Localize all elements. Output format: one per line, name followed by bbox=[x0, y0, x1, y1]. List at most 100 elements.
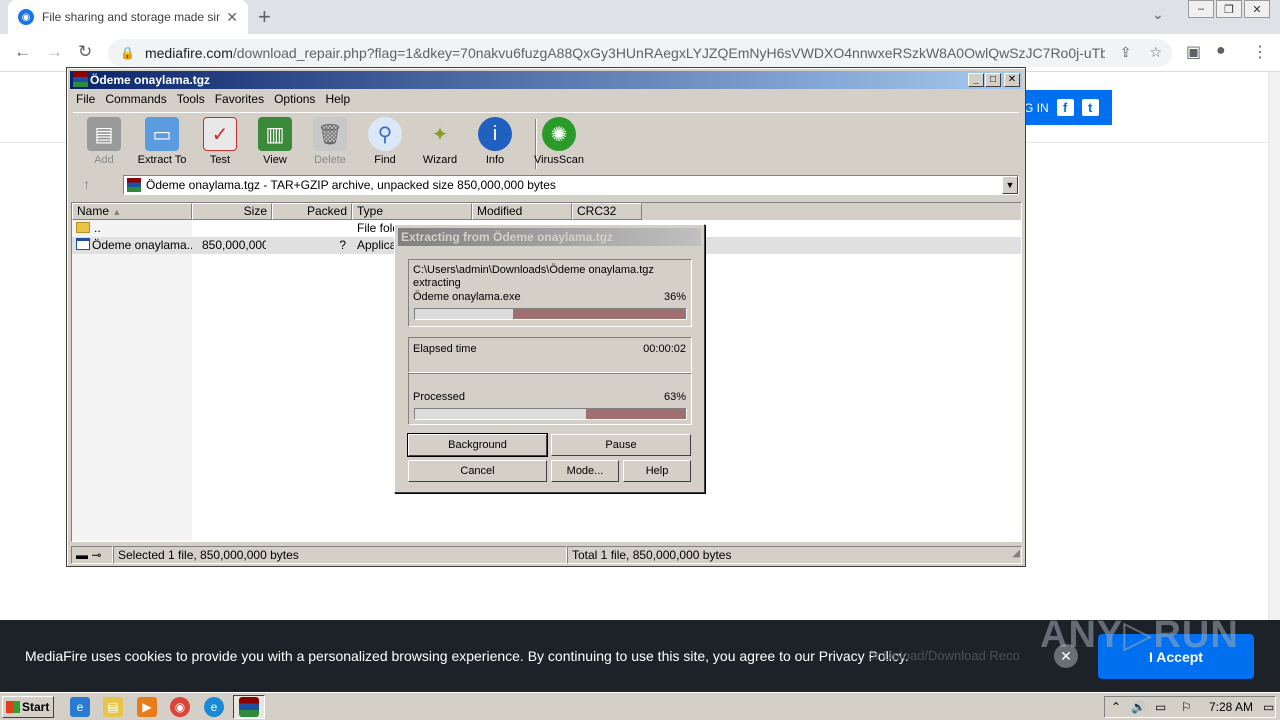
menu-help[interactable]: Help bbox=[320, 90, 355, 108]
resize-grip-icon[interactable]: ◢ bbox=[1012, 548, 1020, 559]
delete-button[interactable]: 🗑 Delete bbox=[301, 117, 359, 166]
view-button[interactable]: ▥ View bbox=[246, 117, 304, 166]
info-button[interactable]: i Info bbox=[466, 117, 524, 166]
file-progress-bar bbox=[414, 308, 687, 320]
twitter-icon[interactable]: t bbox=[1081, 99, 1099, 116]
help-button[interactable]: Help bbox=[623, 460, 691, 482]
up-folder-arrow-icon[interactable]: ↑ bbox=[83, 176, 90, 192]
cancel-button[interactable]: Cancel bbox=[408, 460, 547, 482]
status-selected: Selected 1 file, 850,000,000 bytes bbox=[113, 546, 567, 564]
winrar-close-icon[interactable]: ✕ bbox=[1004, 73, 1020, 87]
archive-path-combo[interactable]: Ödeme onaylama.tgz - TAR+GZIP archive, u… bbox=[123, 175, 1019, 195]
lock-icon[interactable]: 🔒 bbox=[120, 46, 135, 60]
column-modified[interactable]: Modified bbox=[472, 203, 572, 220]
restore-icon[interactable]: ❐ bbox=[1216, 0, 1242, 18]
taskbar: Start e ▤ ▶ ◉ e ⌃ 🔊 ▭ ⚐ 7:28 AM ▭ bbox=[0, 692, 1280, 720]
profile-avatar-icon[interactable]: ● bbox=[1216, 42, 1226, 60]
close-window-icon[interactable]: ✕ bbox=[1244, 0, 1270, 18]
winrar-app-icon bbox=[73, 72, 88, 87]
browser-tab[interactable]: ◉ File sharing and storage made simple ✕ bbox=[8, 0, 248, 34]
new-tab-button[interactable]: + bbox=[258, 4, 271, 30]
internet-explorer-icon[interactable]: e bbox=[70, 697, 90, 717]
extract-to-label: Extract To bbox=[137, 154, 187, 166]
winrar-minimize-icon[interactable]: _ bbox=[968, 73, 984, 87]
login-label: G IN bbox=[1024, 100, 1049, 115]
extract-dialog: Extracting from Ödeme onaylama.tgz C:\Us… bbox=[394, 224, 705, 493]
winrar-taskbar-icon bbox=[239, 697, 259, 717]
mediafire-favicon-icon: ◉ bbox=[18, 9, 34, 25]
add-archive-icon: ▤ bbox=[87, 117, 121, 151]
bookmark-star-icon[interactable]: ☆ bbox=[1149, 44, 1162, 61]
column-size[interactable]: Size bbox=[192, 203, 272, 220]
file-type: File fold bbox=[357, 221, 397, 235]
cookie-background-text: or Upload/Download Reco bbox=[868, 648, 1020, 663]
forward-arrow-icon[interactable]: → bbox=[46, 42, 63, 62]
winrar-title: Ödeme onaylama.tgz bbox=[90, 73, 211, 87]
test-label: Test bbox=[209, 154, 231, 166]
clock[interactable]: 7:28 AM bbox=[1209, 700, 1253, 714]
extract-dialog-title[interactable]: Extracting from Ödeme onaylama.tgz bbox=[398, 228, 701, 246]
pause-button[interactable]: Pause bbox=[551, 434, 691, 456]
file-percent: 36% bbox=[663, 291, 686, 303]
view-book-icon: ▥ bbox=[258, 117, 292, 151]
current-file: Ödeme onaylama.exe bbox=[413, 291, 521, 303]
winrar-maximize-icon[interactable]: □ bbox=[985, 73, 1001, 87]
find-button[interactable]: ⚲ Find bbox=[356, 117, 414, 166]
anyrun-watermark: ANY▷RUN bbox=[1040, 614, 1239, 656]
virusscan-button[interactable]: ✺ VirusScan bbox=[530, 117, 588, 166]
path-dropdown-icon[interactable]: ▼ bbox=[1002, 176, 1018, 194]
column-name[interactable]: Name ▲ bbox=[72, 203, 192, 220]
background-button[interactable]: Background bbox=[407, 433, 548, 457]
reload-icon[interactable]: ↻ bbox=[78, 42, 92, 62]
cookie-text: MediaFire uses cookies to provide you wi… bbox=[25, 648, 909, 664]
login-button[interactable]: G IN f t bbox=[1020, 90, 1112, 125]
show-desktop-icon[interactable]: ▭ bbox=[1263, 700, 1274, 714]
facebook-icon[interactable]: f bbox=[1056, 99, 1074, 116]
tab-search-chevron-icon[interactable]: ⌄ bbox=[1152, 6, 1164, 23]
volume-icon[interactable]: 🔊 bbox=[1131, 700, 1146, 714]
info-icon: i bbox=[478, 117, 512, 151]
test-button[interactable]: ✓ Test bbox=[191, 117, 249, 166]
window-controls: – ❐ ✕ bbox=[1188, 0, 1270, 18]
archive-icon bbox=[127, 178, 141, 192]
edge-icon[interactable]: e bbox=[204, 697, 224, 717]
start-button[interactable]: Start bbox=[2, 696, 54, 718]
more-menu-icon[interactable]: ⋮ bbox=[1252, 42, 1268, 62]
status-total: Total 1 file, 850,000,000 bytes bbox=[567, 546, 1022, 564]
url-path: /download_repair.php?flag=1&dkey=70nakvu… bbox=[232, 45, 1105, 61]
tray-expand-icon[interactable]: ⌃ bbox=[1111, 700, 1121, 714]
extract-to-button[interactable]: ▭ Extract To bbox=[133, 117, 191, 166]
column-type[interactable]: Type bbox=[352, 203, 472, 220]
column-packed[interactable]: Packed bbox=[272, 203, 352, 220]
drive-key-icon[interactable]: ▬ ⊸ bbox=[71, 546, 113, 564]
virusscan-label: VirusScan bbox=[534, 154, 584, 166]
wizard-button[interactable]: ✦ Wizard bbox=[411, 117, 469, 167]
share-icon[interactable]: ⇪ bbox=[1120, 44, 1132, 61]
minimize-icon[interactable]: – bbox=[1188, 0, 1214, 18]
action-center-flag-icon[interactable]: ⚐ bbox=[1181, 700, 1192, 714]
page-scrollbar[interactable] bbox=[1268, 72, 1280, 692]
virus-scan-icon: ✺ bbox=[542, 117, 576, 151]
file-explorer-icon[interactable]: ▤ bbox=[103, 697, 123, 717]
tab-close-icon[interactable]: ✕ bbox=[226, 9, 238, 26]
column-crc32[interactable]: CRC32 bbox=[572, 203, 642, 220]
wizard-wand-icon: ✦ bbox=[431, 123, 449, 146]
back-arrow-icon[interactable]: ← bbox=[14, 42, 31, 62]
address-bar[interactable]: 🔒 mediafire.com/download_repair.php?flag… bbox=[108, 39, 1172, 67]
menu-file[interactable]: File bbox=[71, 90, 100, 108]
side-panel-icon[interactable]: ▣ bbox=[1186, 42, 1201, 62]
wizard-label: Wizard bbox=[422, 154, 458, 166]
mode-button[interactable]: Mode... bbox=[551, 460, 619, 482]
network-icon[interactable]: ▭ bbox=[1155, 700, 1166, 714]
add-button[interactable]: ▤ Add bbox=[75, 117, 133, 166]
windows-logo-icon bbox=[6, 701, 20, 713]
winrar-titlebar[interactable]: Ödeme onaylama.tgz _ □ ✕ bbox=[70, 71, 1022, 89]
menu-favorites[interactable]: Favorites bbox=[210, 90, 269, 108]
menu-tools[interactable]: Tools bbox=[172, 90, 210, 108]
url-text[interactable]: mediafire.com/download_repair.php?flag=1… bbox=[145, 45, 1105, 61]
menu-commands[interactable]: Commands bbox=[100, 90, 171, 108]
file-name: .. bbox=[94, 221, 101, 235]
media-player-icon[interactable]: ▶ bbox=[137, 697, 157, 717]
chrome-icon[interactable]: ◉ bbox=[170, 697, 190, 717]
menu-options[interactable]: Options bbox=[269, 90, 320, 108]
